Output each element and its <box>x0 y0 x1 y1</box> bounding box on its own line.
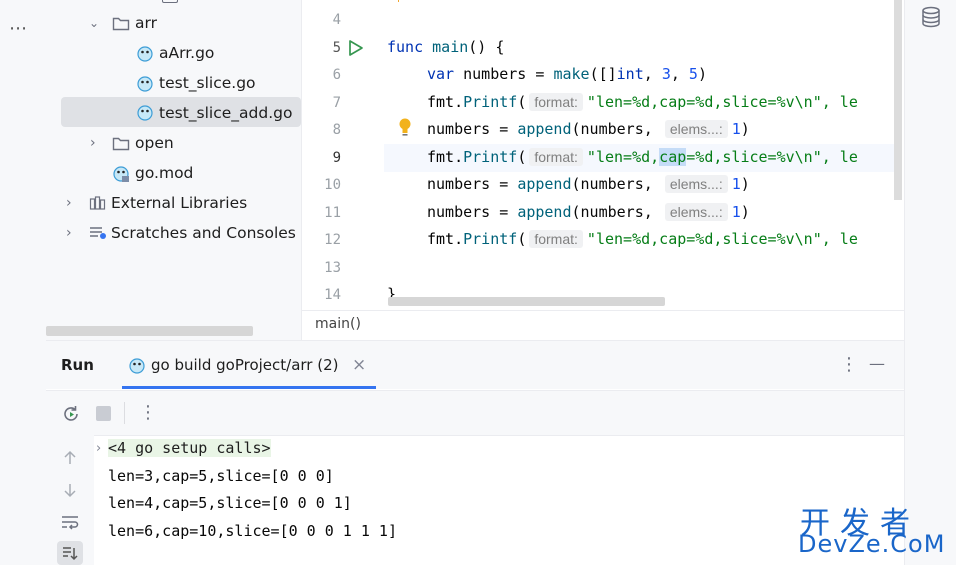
run-toolbar <box>46 390 904 436</box>
close-icon[interactable]: × <box>352 355 366 375</box>
scroll-to-end-button[interactable] <box>57 541 83 565</box>
line-number: 13 <box>324 260 341 276</box>
rerun-icon[interactable] <box>61 404 81 424</box>
minimize-icon[interactable]: — <box>869 354 885 373</box>
line-number: 5 <box>332 40 341 56</box>
line-number: 8 <box>332 122 341 138</box>
tree-horizontal-scrollbar[interactable] <box>46 326 253 336</box>
tree-item-label: open <box>135 134 174 152</box>
breadcrumb-bar <box>302 310 904 341</box>
tree-item-label: go.mod <box>135 164 194 182</box>
code-line-9: fmt.Printf(format: "len=%d,cap=%d,slice=%… <box>427 148 858 166</box>
code-line-10: numbers = append(numbers, elems...: 1) <box>427 175 750 193</box>
more-vertical-icon[interactable]: ⋮ <box>139 402 157 423</box>
run-main-icon[interactable] <box>347 39 365 57</box>
folder-icon <box>162 0 178 3</box>
console-setup-calls[interactable]: <4 go setup calls> <box>108 439 271 457</box>
tree-item-label: External Libraries <box>111 194 248 212</box>
code-line-12: fmt.Printf(format: "len=%d,cap=%d,slice=%… <box>427 230 858 248</box>
database-icon[interactable] <box>920 6 942 28</box>
arrow-down-icon[interactable] <box>62 482 78 498</box>
tree-item-label: Scratches and Consoles <box>111 224 296 242</box>
tree-item-label: arr <box>135 14 157 32</box>
line-number: 12 <box>324 232 341 248</box>
chevron-right-icon[interactable]: › <box>66 189 72 217</box>
folder-icon <box>112 17 130 31</box>
go-mod-icon <box>113 166 129 182</box>
tree-item-test-slice-go[interactable]: test_slice.go <box>46 69 301 97</box>
line-number: 4 <box>332 12 341 28</box>
parameter-hint: elems...: <box>664 203 728 221</box>
tree-item-scratches-and-consoles[interactable]: › Scratches and Consoles <box>46 219 301 247</box>
parameter-hint: format: <box>529 93 583 111</box>
lightbulb-icon[interactable] <box>397 117 413 137</box>
selected-word: cap <box>659 148 687 166</box>
line-number: 11 <box>324 205 341 221</box>
run-panel-title[interactable]: Run <box>61 356 94 374</box>
chevron-right-icon[interactable]: › <box>90 129 96 157</box>
tree-item-test-slice-add-go[interactable]: test_slice_add.go <box>61 97 301 127</box>
more-vertical-icon[interactable]: ⋮ <box>840 354 858 375</box>
editor-vertical-scrollbar[interactable] <box>894 0 902 200</box>
run-tab-underline <box>122 386 376 389</box>
parameter-hint: elems...: <box>664 175 728 193</box>
line-number: 7 <box>332 95 341 111</box>
stop-icon[interactable] <box>96 406 111 421</box>
run-tab-label: go build goProject/arr (2) <box>151 356 339 374</box>
line-number: 6 <box>332 67 341 83</box>
code-fragment <box>398 0 405 2</box>
breadcrumb[interactable]: main() <box>315 316 361 332</box>
project-tree: ⌄ arr aArr.go test_slice.go test_slice_a… <box>46 0 302 340</box>
line-number: 14 <box>324 287 341 303</box>
line-number: 9 <box>332 150 341 166</box>
code-line-5: func main() { <box>387 38 505 56</box>
right-tool-strip <box>904 0 956 565</box>
console-line: len=4,cap=5,slice=[0 0 0 1] <box>108 494 352 512</box>
line-number: 10 <box>324 177 341 193</box>
parameter-hint: format: <box>529 148 583 166</box>
code-line-11: numbers = append(numbers, elems...: 1) <box>427 203 750 221</box>
more-horizontal-icon[interactable]: ⋯ <box>9 18 28 39</box>
arrow-up-icon[interactable] <box>62 450 78 466</box>
tree-item-go-mod[interactable]: go.mod <box>46 159 301 187</box>
watermark-bottom: DevZe.CoM <box>798 530 946 558</box>
console-line: len=3,cap=5,slice=[0 0 0] <box>108 467 334 485</box>
tree-item-label: aArr.go <box>159 44 215 62</box>
code-line-6: var numbers = make([]int, 3, 5) <box>427 65 707 83</box>
tree-item-label: test_slice_add.go <box>159 104 293 122</box>
libraries-icon <box>89 196 106 210</box>
tree-item-label: test_slice.go <box>159 74 256 92</box>
tree-item-aarr-go[interactable]: aArr.go <box>46 39 301 67</box>
soft-wrap-icon[interactable] <box>60 514 80 530</box>
code-line-8: numbers = append(numbers, elems...: 1) <box>427 120 750 138</box>
chevron-right-icon[interactable]: › <box>66 219 72 247</box>
parameter-hint: format: <box>529 230 583 248</box>
scroll-to-end-icon <box>63 547 78 561</box>
toolbar-divider <box>124 402 125 424</box>
tree-item-arr[interactable]: ⌄ arr <box>46 9 301 37</box>
editor-horizontal-scrollbar[interactable] <box>388 297 665 306</box>
go-file-icon <box>137 46 153 62</box>
scratches-icon <box>90 227 106 239</box>
folder-icon <box>112 137 130 151</box>
chevron-right-icon[interactable]: › <box>96 441 101 456</box>
go-build-icon <box>129 358 145 374</box>
tree-item-external-libraries[interactable]: › External Libraries <box>46 189 301 217</box>
chevron-down-icon[interactable]: ⌄ <box>89 9 99 37</box>
left-tool-strip: ⋯ <box>0 0 47 565</box>
console-line: len=6,cap=10,slice=[0 0 0 1 1 1] <box>108 522 397 540</box>
tree-item-open[interactable]: › open <box>46 129 301 157</box>
parameter-hint: elems...: <box>664 120 728 138</box>
code-line-7: fmt.Printf(format: "len=%d,cap=%d,slice=%… <box>427 93 858 111</box>
go-file-icon <box>137 105 153 121</box>
go-file-icon <box>137 76 153 92</box>
